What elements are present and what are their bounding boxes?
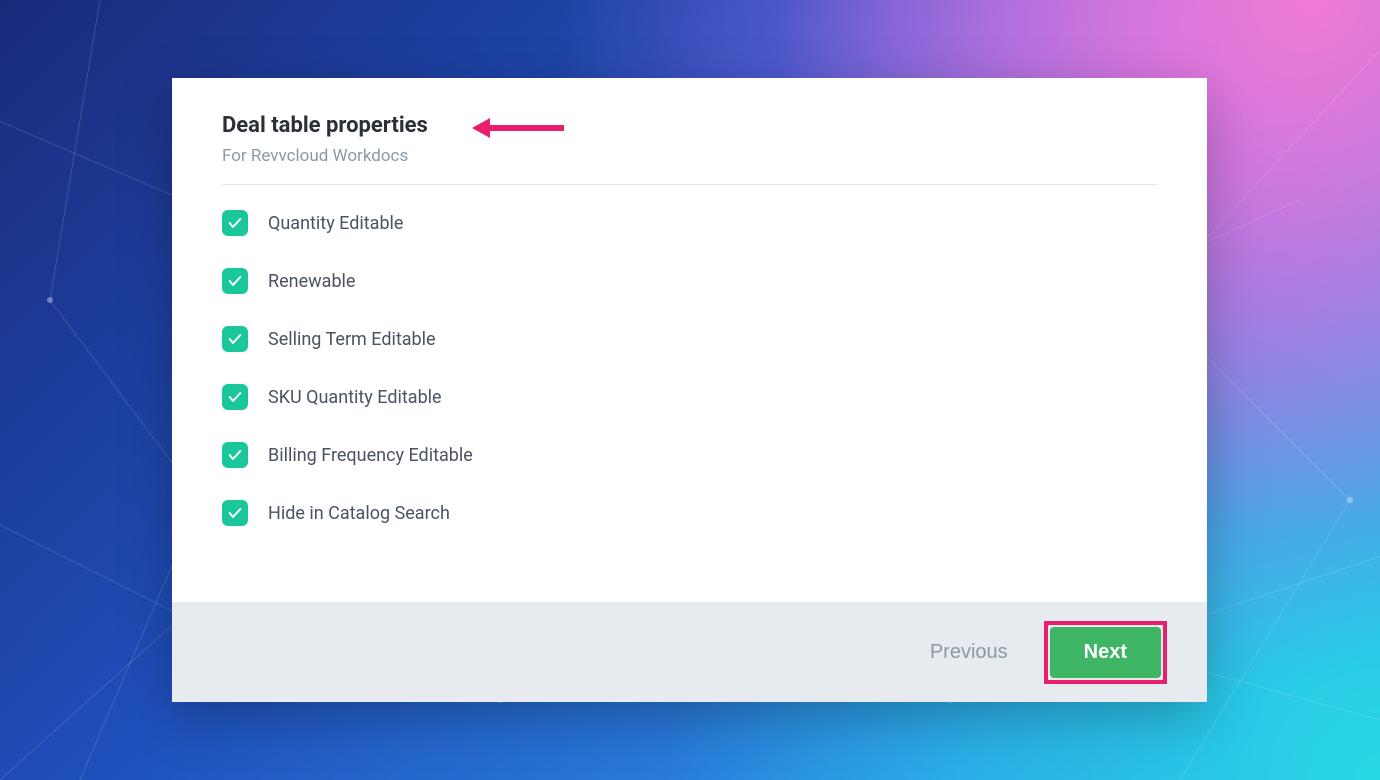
property-label: Hide in Catalog Search: [268, 503, 450, 524]
check-icon: [227, 331, 243, 347]
previous-button[interactable]: Previous: [924, 631, 1014, 674]
dialog-footer: Previous Next: [172, 602, 1207, 702]
check-icon: [227, 273, 243, 289]
check-icon: [227, 215, 243, 231]
property-label: SKU Quantity Editable: [268, 387, 442, 408]
dialog-title: Deal table properties: [222, 113, 1157, 138]
checkbox-billing-frequency-editable[interactable]: [222, 442, 248, 468]
checkbox-quantity-editable[interactable]: [222, 210, 248, 236]
checkbox-sku-quantity-editable[interactable]: [222, 384, 248, 410]
property-row-quantity-editable: Quantity Editable: [222, 210, 1157, 236]
check-icon: [227, 505, 243, 521]
next-button-highlight: Next: [1044, 621, 1167, 684]
property-label: Selling Term Editable: [268, 329, 436, 350]
property-row-sku-quantity-editable: SKU Quantity Editable: [222, 384, 1157, 410]
property-row-selling-term-editable: Selling Term Editable: [222, 326, 1157, 352]
dialog-subtitle: For Revvcloud Workdocs: [222, 146, 1157, 166]
property-label: Quantity Editable: [268, 213, 403, 234]
property-row-renewable: Renewable: [222, 268, 1157, 294]
header-divider: [222, 184, 1157, 185]
checkbox-hide-in-catalog-search[interactable]: [222, 500, 248, 526]
property-list: Quantity Editable Renewable Selling Term…: [222, 210, 1157, 526]
check-icon: [227, 447, 243, 463]
property-row-billing-frequency-editable: Billing Frequency Editable: [222, 442, 1157, 468]
checkbox-renewable[interactable]: [222, 268, 248, 294]
check-icon: [227, 389, 243, 405]
checkbox-selling-term-editable[interactable]: [222, 326, 248, 352]
property-row-hide-in-catalog-search: Hide in Catalog Search: [222, 500, 1157, 526]
dialog-body: Deal table properties For Revvcloud Work…: [172, 78, 1207, 602]
dialog-panel: Deal table properties For Revvcloud Work…: [172, 78, 1207, 702]
property-label: Renewable: [268, 271, 355, 292]
property-label: Billing Frequency Editable: [268, 445, 473, 466]
background-gradient: Deal table properties For Revvcloud Work…: [0, 0, 1380, 780]
next-button[interactable]: Next: [1050, 627, 1161, 678]
